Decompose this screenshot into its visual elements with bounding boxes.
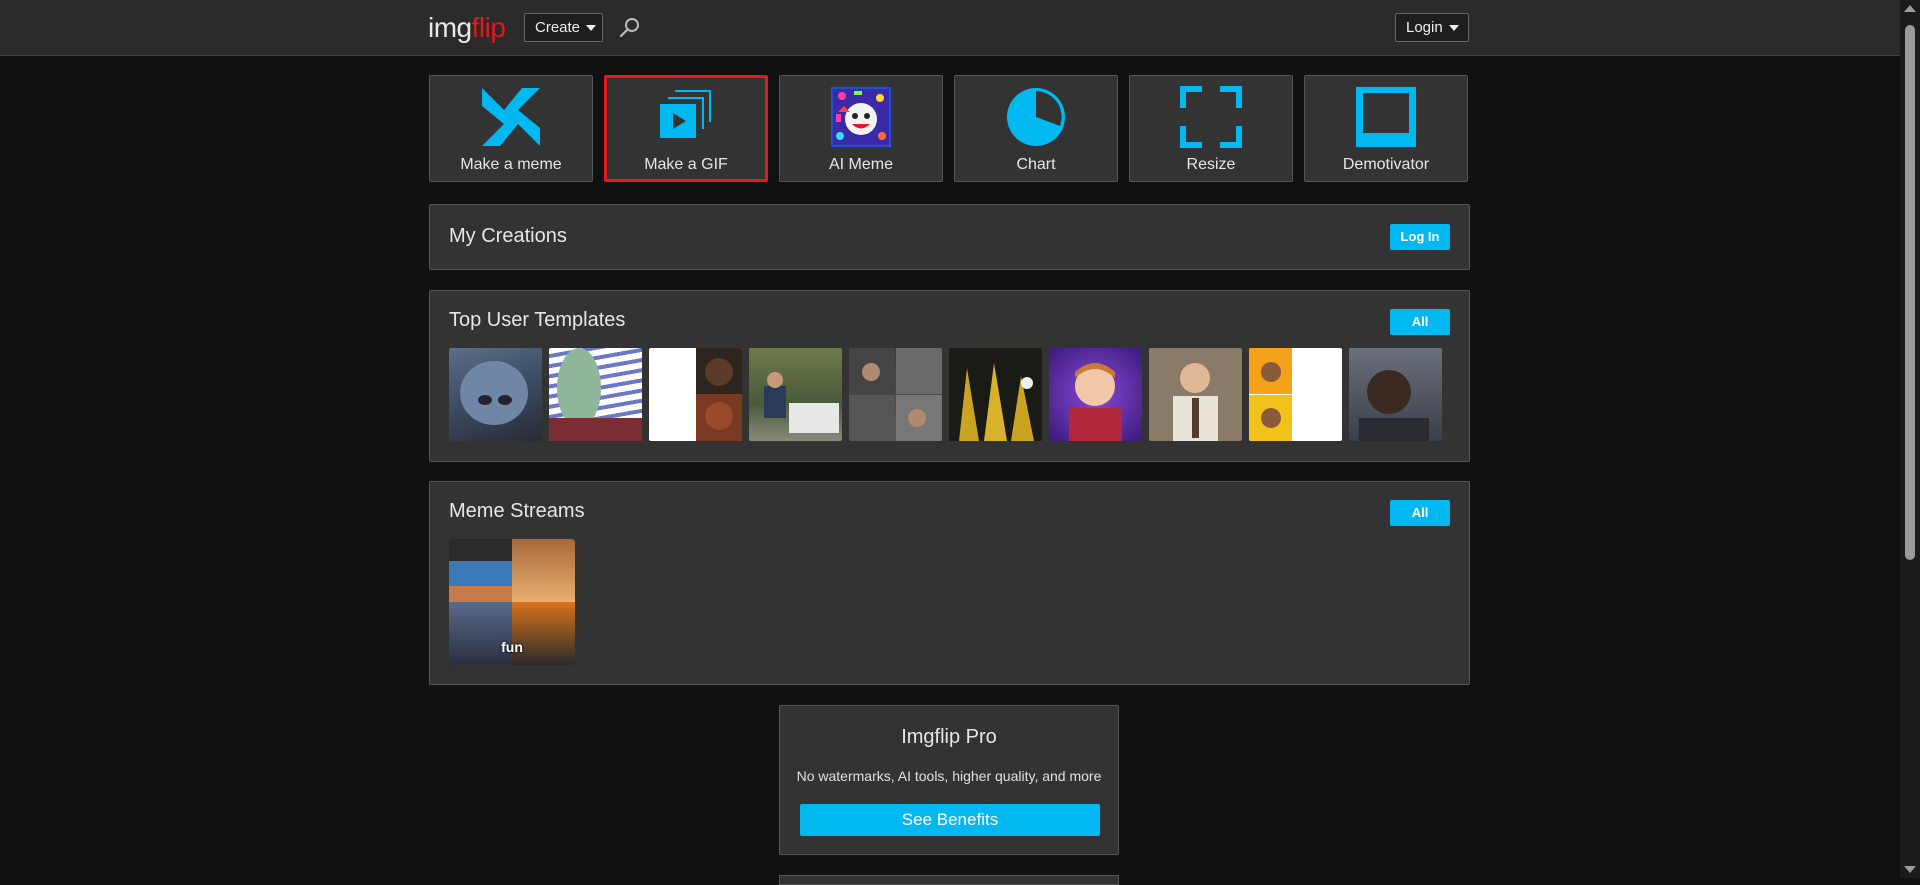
all-templates-button[interactable]: All [1390,309,1450,335]
tool-make-a-gif[interactable]: Make a GIF [604,75,768,182]
tool-label: Chart [1016,156,1056,173]
panel-title: My Creations [449,225,567,247]
scrollbar-thumb[interactable] [1905,25,1915,560]
pie-chart-icon [1007,88,1065,146]
tool-resize[interactable]: Resize [1129,75,1293,182]
template-thumbnail[interactable] [749,348,842,441]
stream-collage-tile [449,539,512,602]
see-benefits-button[interactable]: See Benefits [800,804,1100,836]
tool-label: Demotivator [1342,156,1430,173]
bad-luck-brian-thumbnail-image [1069,363,1122,441]
template-thumbnail[interactable] [449,348,542,441]
caret-down-icon [586,25,597,32]
panel-title: Top User Templates [449,309,626,331]
my-creations-panel: My Creations Log In [429,204,1470,270]
stream-collage-tile [512,539,575,602]
template-thumbnail[interactable] [1249,348,1342,441]
search-icon[interactable] [619,16,641,38]
template-thumbnail[interactable] [949,348,1042,441]
shaq-thumbnail-image [696,348,742,441]
change-my-mind-thumbnail-image [764,372,839,433]
pro-title: Imgflip Pro [901,726,997,748]
template-thumbnail[interactable] [649,348,742,441]
resize-icon [1180,86,1242,148]
create-dropdown-button[interactable]: Create [524,13,603,42]
drake-thumbnail-image [1249,348,1292,441]
stream-collage-tile [512,602,575,665]
awkward-guy-thumbnail-image [1173,363,1218,441]
tool-ai-meme[interactable]: AI Meme [779,75,943,182]
panel-title: Meme Streams [449,500,585,522]
next-panel-edge [779,875,1119,885]
tool-demotivator[interactable]: Demotivator [1304,75,1468,182]
imgflip-logo[interactable]: imgflip [428,12,506,44]
log-in-button[interactable]: Log In [1390,224,1450,250]
pro-description: No watermarks, AI tools, higher quality,… [796,768,1102,784]
all-streams-button[interactable]: All [1390,500,1450,526]
stream-label: fun [501,639,523,655]
template-thumbnail[interactable] [1149,348,1242,441]
ai-meme-icon [831,87,891,147]
login-dropdown-button[interactable]: Login [1395,13,1469,42]
three-headed-dragon-thumbnail-image [959,363,1034,441]
template-thumbnail[interactable] [849,348,942,441]
pinwheel-icon [482,88,540,146]
template-thumbnail[interactable] [1049,348,1142,441]
megamind-thumbnail-image [460,361,528,425]
squidward-thumbnail-image [549,348,642,441]
caret-down-icon [1448,25,1459,32]
tool-label: Resize [1186,156,1236,173]
meme-streams-panel: Meme Streams All fun [429,481,1470,685]
tool-chart[interactable]: Chart [954,75,1118,182]
tool-label: Make a GIF [644,156,728,173]
template-thumbnail[interactable] [549,348,642,441]
american-chopper-thumbnail-image [849,348,942,441]
tool-label: AI Meme [828,156,893,173]
tool-make-a-meme[interactable]: Make a meme [429,75,593,182]
stream-collage-tile [449,602,512,665]
imgflip-pro-panel: Imgflip Pro No watermarks, AI tools, hig… [779,705,1119,855]
scroll-up-arrow-icon[interactable] [1904,5,1916,12]
stream-thumbnail[interactable]: fun [449,539,575,665]
roll-safe-thumbnail-image [1359,370,1429,441]
tool-label: Make a meme [460,156,562,173]
vertical-scrollbar[interactable] [1900,0,1920,878]
scroll-down-arrow-icon[interactable] [1904,866,1916,873]
top-navbar: imgflip Create Login [0,0,1900,56]
template-thumbnail[interactable] [1349,348,1442,441]
gif-stack-icon [660,90,711,138]
demotivator-icon [1356,87,1416,147]
top-user-templates-panel: Top User Templates All [429,290,1470,462]
